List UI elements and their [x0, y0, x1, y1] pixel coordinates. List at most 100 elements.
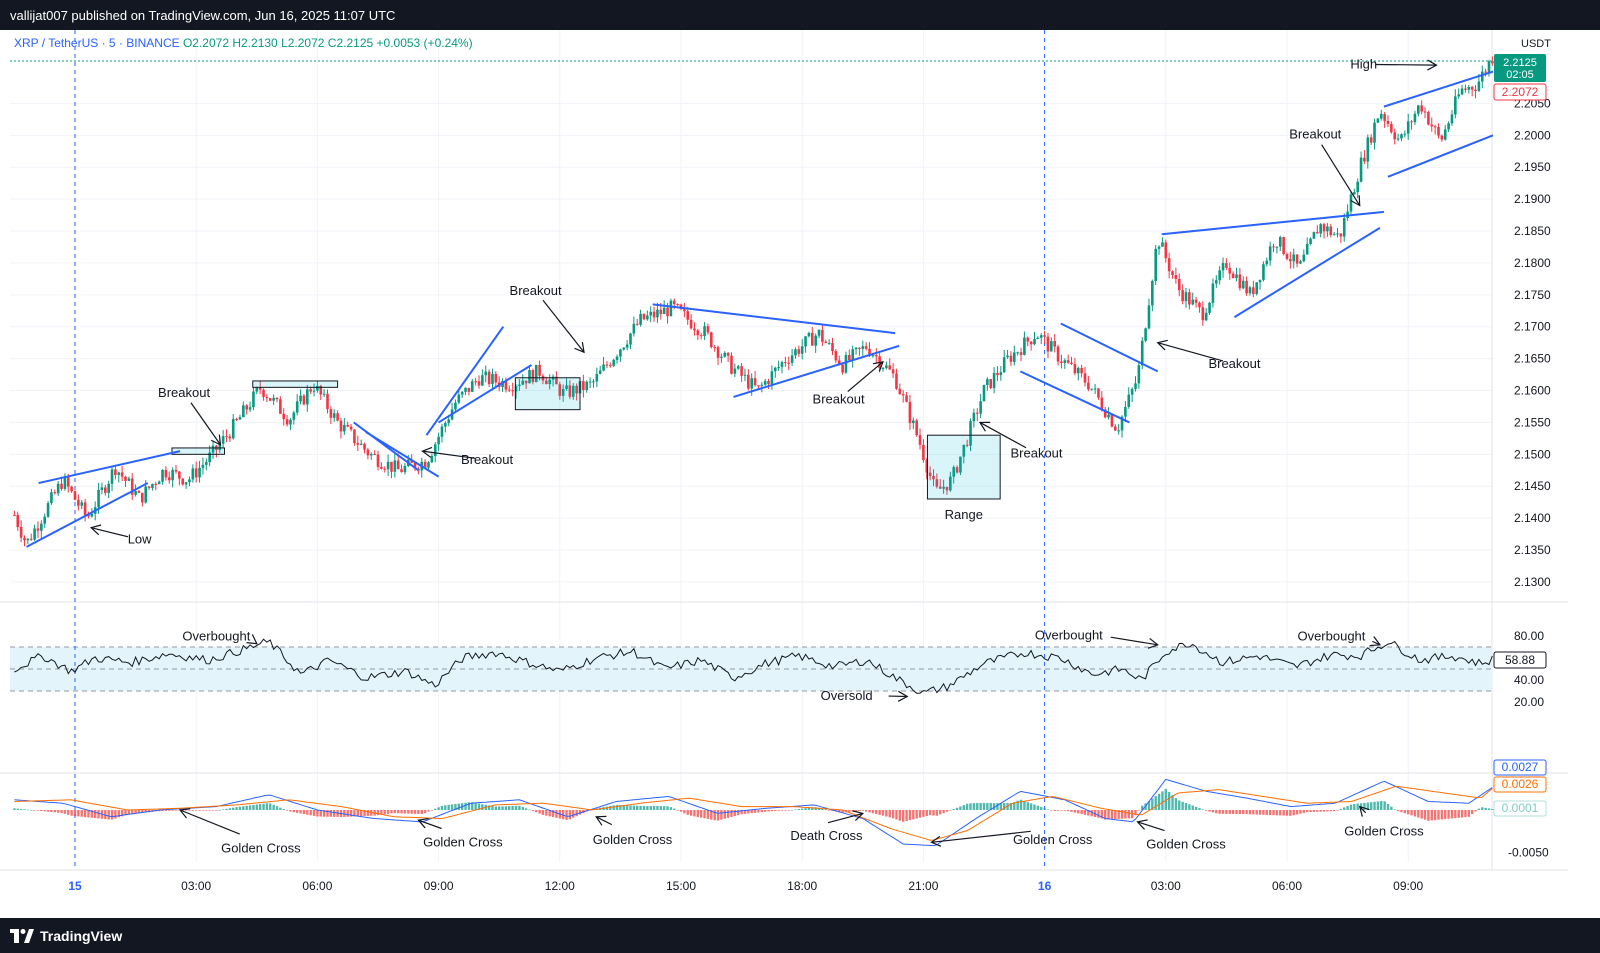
candle-body [824, 341, 828, 344]
candle-body [1130, 388, 1134, 395]
candle-body [1238, 274, 1242, 289]
macd-histogram-bar [545, 810, 548, 816]
macd-histogram-bar [912, 810, 915, 820]
candle-body [339, 420, 343, 432]
candle-body [292, 412, 296, 420]
macd-histogram-bar [1430, 810, 1433, 821]
macd-histogram-bar [1474, 810, 1477, 812]
candle-body [895, 373, 898, 389]
candle-body [1316, 232, 1319, 234]
candle-body [1309, 238, 1312, 244]
macd-histogram-bar [514, 805, 518, 810]
candle-body [1151, 281, 1154, 306]
macd-histogram-bar [1481, 807, 1484, 810]
candle-body [295, 401, 299, 413]
macd-histogram-bar [1393, 809, 1396, 810]
macd-histogram-bar [1194, 806, 1198, 810]
candle-body [848, 355, 851, 361]
macd-histogram-bar [269, 803, 272, 810]
candle-body [699, 335, 703, 337]
macd-histogram-bar [279, 807, 282, 810]
macd-histogram-bar [1299, 810, 1302, 814]
candle-body [804, 336, 807, 347]
macd-histogram-bar [949, 810, 952, 811]
candle-body [460, 391, 464, 395]
macd-histogram-bar [861, 810, 864, 811]
macd-histogram-bar [905, 810, 908, 821]
macd-histogram-bar [686, 810, 689, 815]
macd-histogram-bar [198, 810, 201, 811]
candle-body [629, 333, 632, 345]
macd-histogram-bar [63, 810, 67, 814]
macd-histogram-bar [939, 810, 942, 815]
candle-body [1386, 120, 1390, 124]
annotation-label: Breakout [813, 391, 865, 406]
macd-histogram-bar [568, 810, 572, 820]
macd-histogram-bar [784, 810, 787, 811]
macd-histogram-bar [356, 810, 359, 817]
candle-body [602, 364, 605, 371]
candle-body [1373, 122, 1376, 143]
macd-histogram-bar [932, 810, 935, 816]
candle-body [511, 390, 514, 392]
chart-area[interactable]: Range Low Breakout Breakout Breakout Breakou… [0, 30, 1568, 923]
macd-histogram-bar [235, 807, 238, 810]
tradingview-logo[interactable]: TradingView [10, 928, 122, 944]
candle-body [598, 370, 602, 374]
candle-body [137, 491, 141, 493]
macd-histogram-bar [649, 806, 652, 810]
candle-body [1406, 121, 1410, 134]
macd-histogram-bar [245, 805, 248, 810]
annotation-label: Golden Cross [221, 841, 301, 856]
candle-body [474, 381, 477, 383]
macd-histogram-bar [703, 810, 706, 819]
macd-histogram-bar [302, 810, 306, 815]
candle-body [1349, 194, 1353, 212]
candle-body [703, 326, 706, 336]
annotation-label: High [1350, 56, 1377, 71]
candle-body [996, 372, 999, 376]
macd-histogram-bar [868, 810, 871, 813]
candle-body [90, 513, 94, 517]
candle-body [1184, 292, 1188, 302]
candle-body [1066, 360, 1070, 363]
candle-body [1107, 414, 1110, 418]
symbol-name[interactable]: XRP / TetherUS · 5 · BINANCE [14, 36, 180, 50]
candle-body [881, 368, 885, 370]
candle-body [1282, 237, 1285, 254]
macd-histogram-bar [902, 810, 905, 822]
macd-histogram-bar [959, 806, 962, 810]
macd-histogram-bar [242, 806, 245, 810]
candle-body [585, 381, 589, 391]
candle-body [642, 313, 646, 320]
candle-body [747, 374, 750, 389]
candle-body [1289, 258, 1292, 262]
chart-svg[interactable]: Range Low Breakout Breakout Breakout Breakou… [0, 30, 1568, 918]
candle-body [1167, 258, 1171, 272]
macd-histogram-bar [26, 809, 30, 811]
candle-body [710, 332, 713, 348]
time-tick-label: 12:00 [545, 879, 575, 893]
price-tick-label: 2.1500 [1514, 447, 1551, 461]
candle-body [275, 397, 279, 400]
macd-histogram-bar [693, 810, 696, 817]
macd-histogram-bar [1157, 793, 1161, 810]
candle-body [393, 460, 397, 472]
time-tick-label: 15 [68, 879, 82, 893]
candle-body [1137, 365, 1141, 384]
macd-histogram-bar [1198, 808, 1201, 810]
candle-body [605, 364, 609, 366]
macd-histogram-bar [730, 810, 733, 817]
candle-body [144, 486, 147, 503]
macd-histogram-bar [1332, 810, 1336, 812]
candle-body [383, 468, 387, 470]
macd-histogram-bar [434, 808, 437, 810]
candle-body [1097, 388, 1100, 398]
candle-body [1278, 237, 1282, 247]
candle-body [1470, 87, 1474, 90]
candle-body [1268, 246, 1272, 261]
macd-histogram-bar [40, 810, 43, 811]
price-axes: 2.20502.20002.19502.19002.18502.18002.17… [68, 38, 1551, 893]
candle-body [1477, 81, 1481, 91]
macd-histogram-bar [1295, 810, 1299, 815]
